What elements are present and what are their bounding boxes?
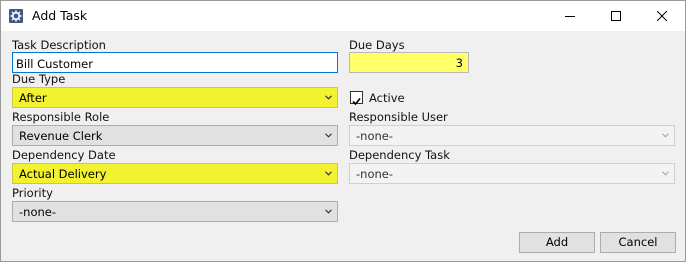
- close-button[interactable]: [639, 1, 685, 31]
- priority-select[interactable]: -none-: [12, 201, 338, 222]
- gear-app-icon: [9, 9, 23, 23]
- minimize-icon: [565, 16, 575, 17]
- add-task-dialog: Add Task Task Description Due Days 3 Due…: [0, 0, 686, 262]
- chevron-down-icon: [325, 95, 332, 100]
- chevron-down-icon: [325, 209, 332, 214]
- responsible-role-label: Responsible Role: [12, 110, 110, 124]
- task-description-input[interactable]: [12, 52, 338, 73]
- chevron-down-icon: [325, 133, 332, 138]
- responsible-role-value: Revenue Clerk: [19, 129, 103, 143]
- due-type-label: Due Type: [12, 72, 66, 86]
- maximize-icon: [611, 11, 621, 21]
- responsible-role-select[interactable]: Revenue Clerk: [12, 125, 338, 146]
- window-title: Add Task: [32, 8, 88, 23]
- priority-label: Priority: [12, 186, 53, 200]
- responsible-user-value: -none-: [356, 129, 393, 143]
- dependency-date-value: Actual Delivery: [19, 167, 107, 181]
- due-days-label: Due Days: [349, 38, 405, 52]
- maximize-button[interactable]: [593, 1, 639, 31]
- task-description-label: Task Description: [12, 38, 106, 52]
- chevron-down-icon: [325, 171, 332, 176]
- dependency-date-label: Dependency Date: [12, 148, 116, 162]
- active-label: Active: [369, 91, 405, 105]
- minimize-button[interactable]: [547, 1, 593, 31]
- chevron-down-icon: [662, 133, 669, 138]
- close-icon: [657, 11, 667, 21]
- title-bar: Add Task: [1, 1, 685, 31]
- dependency-task-select[interactable]: -none-: [349, 163, 675, 184]
- dependency-task-label: Dependency Task: [349, 148, 450, 162]
- due-days-input[interactable]: 3: [349, 52, 469, 73]
- responsible-user-select[interactable]: -none-: [349, 125, 675, 146]
- checkmark-icon: [352, 97, 361, 106]
- dependency-date-select[interactable]: Actual Delivery: [12, 163, 338, 184]
- chevron-down-icon: [662, 171, 669, 176]
- priority-value: -none-: [19, 205, 56, 219]
- active-checkbox[interactable]: [350, 91, 363, 106]
- due-type-select[interactable]: After: [12, 87, 338, 108]
- responsible-user-label: Responsible User: [349, 110, 448, 124]
- dependency-task-value: -none-: [356, 167, 393, 181]
- due-type-value: After: [19, 91, 47, 105]
- cancel-button[interactable]: Cancel: [600, 232, 676, 253]
- add-button[interactable]: Add: [519, 232, 595, 253]
